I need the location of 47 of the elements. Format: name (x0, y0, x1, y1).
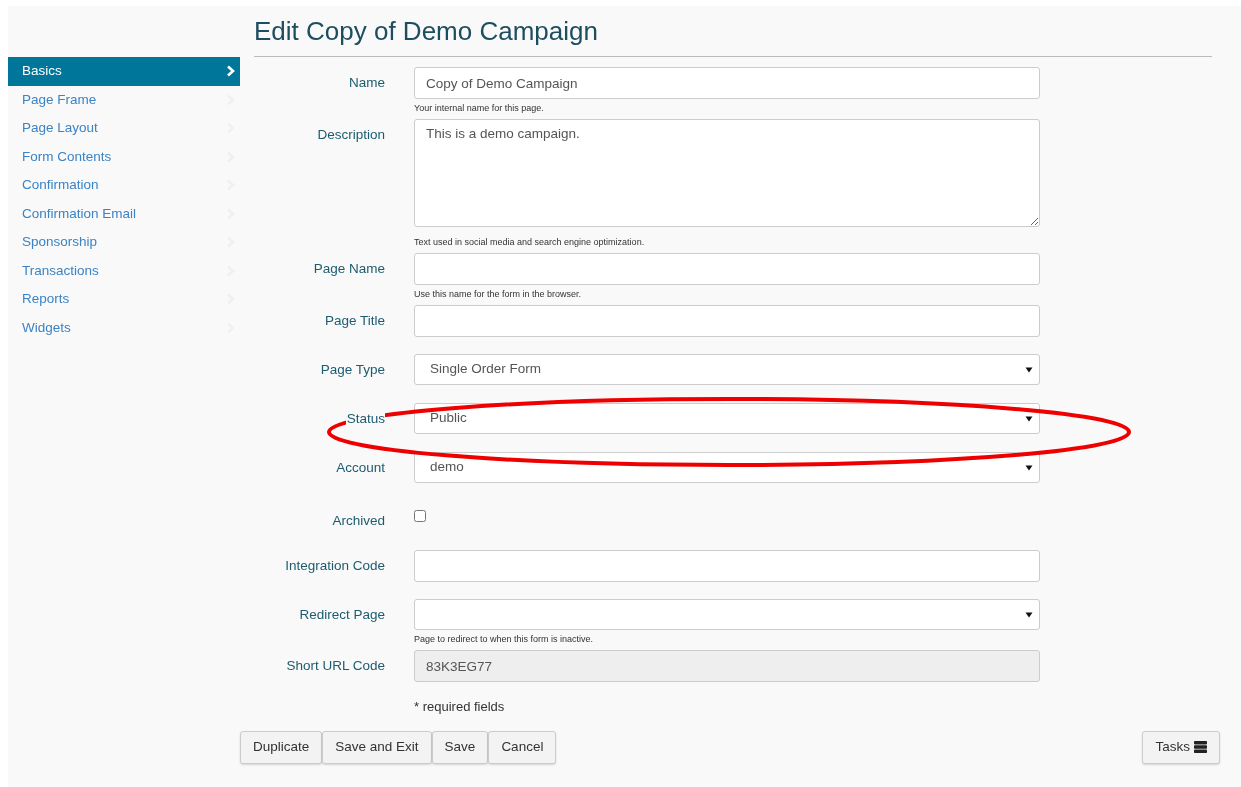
select-field[interactable] (414, 599, 1040, 630)
field-label: Status (345, 410, 385, 428)
input-field[interactable] (414, 305, 1040, 337)
server-stack-icon (1194, 741, 1207, 753)
select-field[interactable]: Public (414, 403, 1040, 434)
sidebar-item[interactable]: Transactions (8, 256, 240, 285)
tasks-button[interactable]: Tasks (1142, 730, 1220, 764)
field-label: Page Title (323, 312, 385, 330)
sidebar-item[interactable]: Sponsorship (8, 228, 240, 257)
field-label: Archived (331, 512, 385, 530)
field-label: Description (316, 126, 385, 144)
chevron-icon (226, 65, 236, 78)
sidebar-item[interactable]: Confirmation (8, 171, 240, 200)
input-field[interactable] (414, 550, 1040, 582)
help-text: Your internal name for this page. (414, 102, 545, 114)
sidebar-item[interactable]: Confirmation Email (8, 199, 240, 228)
field-label: Name (348, 74, 385, 92)
sidebar-item[interactable]: Form Contents (8, 142, 240, 171)
field-label: Integration Code (284, 557, 385, 575)
action-button[interactable]: Cancel (488, 730, 557, 764)
field-label: Page Type (319, 361, 385, 379)
sidebar-item[interactable]: Widgets (8, 313, 240, 342)
action-button[interactable]: Save (431, 730, 489, 764)
sidebar-item[interactable]: Page Frame (8, 85, 240, 114)
help-text: Text used in social media and search engine optimization. (414, 236, 646, 248)
sidebar-item[interactable]: Page Layout (8, 114, 240, 143)
sidebar-item[interactable]: Reports (8, 285, 240, 314)
help-text: Use this name for the form in the browser. (414, 288, 583, 300)
action-button[interactable]: Duplicate (240, 730, 323, 764)
help-text: Page to redirect to when this form is inactive. (414, 633, 595, 645)
page-title: Edit Copy of Demo Campaign (254, 6, 1212, 57)
field-label: Short URL Code (285, 657, 385, 675)
dropdown-caret-icon (1025, 415, 1033, 422)
sidebar-item[interactable]: Basics (8, 57, 240, 86)
select-field[interactable]: Single Order Form (414, 354, 1040, 385)
text-area[interactable]: This is a demo campaign. (414, 119, 1040, 227)
checkbox[interactable] (414, 510, 426, 522)
required-note: * required fields (414, 698, 506, 716)
dropdown-caret-icon (1025, 611, 1033, 618)
field-label: Page Name (312, 260, 385, 278)
input-field[interactable]: Copy of Demo Campaign (414, 67, 1040, 99)
field-label: Account (335, 459, 385, 477)
input-field[interactable] (414, 253, 1040, 285)
dropdown-caret-icon (1025, 464, 1033, 471)
field-label: Redirect Page (298, 606, 385, 624)
dropdown-caret-icon (1025, 366, 1033, 373)
action-button[interactable]: Save and Exit (322, 730, 432, 764)
